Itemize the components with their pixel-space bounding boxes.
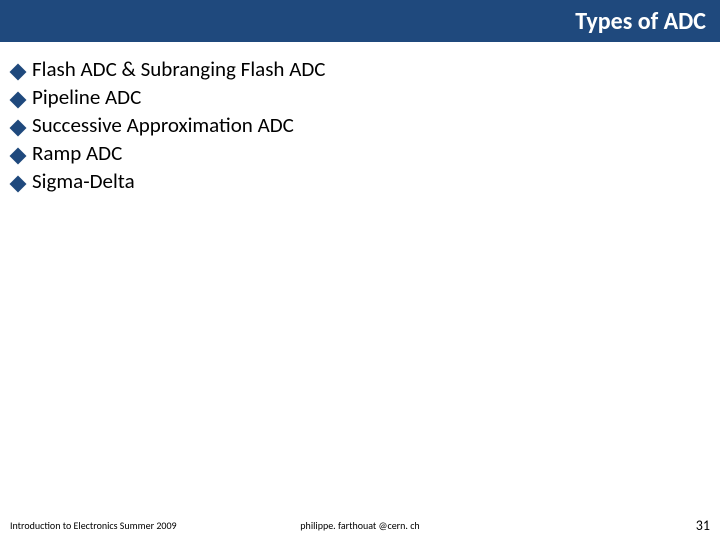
diamond-bullet-icon: [10, 176, 27, 193]
slide-header: Types of ADC: [0, 0, 720, 42]
list-item: Sigma-Delta: [12, 168, 708, 194]
bullet-text: Flash ADC & Subranging Flash ADC: [32, 56, 325, 82]
bullet-text: Pipeline ADC: [32, 84, 141, 110]
bullet-text: Successive Approximation ADC: [32, 112, 294, 138]
diamond-bullet-icon: [10, 64, 27, 81]
slide-number: 31: [696, 517, 710, 534]
footer-center-text: philippe. farthouat @cern. ch: [300, 519, 419, 532]
slide-content: Flash ADC & Subranging Flash ADC Pipelin…: [0, 42, 720, 194]
list-item: Pipeline ADC: [12, 84, 708, 110]
diamond-bullet-icon: [10, 92, 27, 109]
slide-footer: Introduction to Electronics Summer 2009 …: [0, 517, 720, 534]
bullet-text: Sigma-Delta: [32, 168, 135, 194]
list-item: Ramp ADC: [12, 140, 708, 166]
slide-title: Types of ADC: [575, 7, 706, 36]
list-item: Flash ADC & Subranging Flash ADC: [12, 56, 708, 82]
footer-left-text: Introduction to Electronics Summer 2009: [10, 519, 177, 532]
bullet-text: Ramp ADC: [32, 140, 122, 166]
diamond-bullet-icon: [10, 120, 27, 137]
diamond-bullet-icon: [10, 148, 27, 165]
list-item: Successive Approximation ADC: [12, 112, 708, 138]
